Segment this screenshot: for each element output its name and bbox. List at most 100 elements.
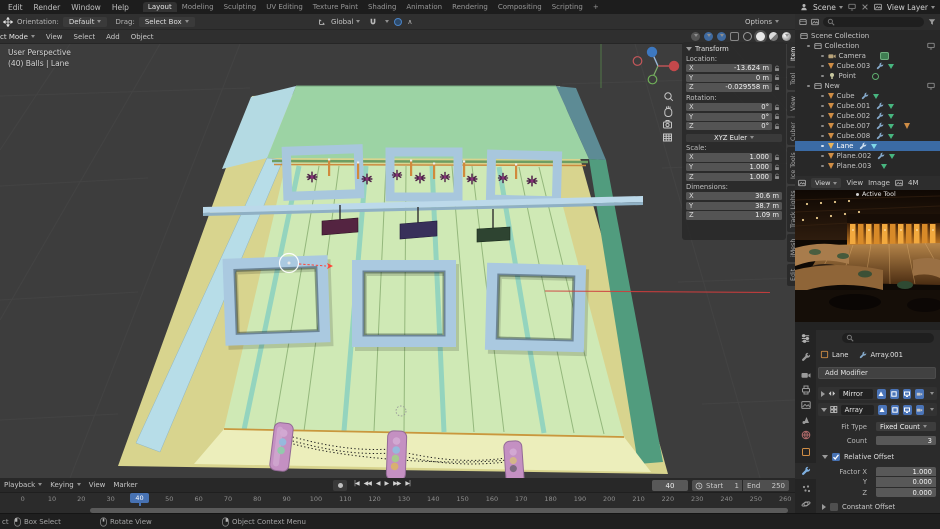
scale-y-field[interactable]: Y1.000 xyxy=(686,163,772,171)
menu-render[interactable]: Render xyxy=(34,3,61,12)
scale-z-field[interactable]: Z1.000 xyxy=(686,173,772,181)
outliner-row-camera[interactable]: Camera xyxy=(795,51,940,61)
fit-type-dropdown[interactable]: Fixed Count xyxy=(876,422,936,432)
outliner-row-new[interactable]: New xyxy=(795,81,940,91)
lock-icon[interactable] xyxy=(774,154,780,161)
tab-view-layer-icon[interactable] xyxy=(795,398,816,412)
tl-view-menu[interactable]: View xyxy=(89,481,106,489)
modifier-extras-dropdown[interactable] xyxy=(927,390,934,398)
tab-shading[interactable]: Shading xyxy=(363,2,401,12)
current-frame-field[interactable]: 40 xyxy=(652,480,688,491)
lock-icon[interactable] xyxy=(774,123,780,130)
playback-button[interactable]: |◀ xyxy=(354,480,359,487)
rotation-mode-dropdown[interactable]: XYZ Euler xyxy=(686,134,782,142)
lock-icon[interactable] xyxy=(774,84,780,91)
modifier-icon[interactable] xyxy=(876,132,884,140)
add-menu[interactable]: Add xyxy=(106,33,120,41)
dimensions-z-field[interactable]: Z1.09 m xyxy=(686,211,782,219)
modifier-icon[interactable] xyxy=(876,122,884,130)
select-menu[interactable]: Select xyxy=(74,33,96,41)
timeline-ruler[interactable]: 0102030405060708090100110120130140150160… xyxy=(0,493,795,506)
proportional-editing-icon[interactable] xyxy=(394,18,402,26)
outliner-row-cube-003[interactable]: Cube.003 xyxy=(795,61,940,71)
timeline-scrollbar[interactable] xyxy=(90,508,788,513)
outliner-row-cube-002[interactable]: Cube.002 xyxy=(795,111,940,121)
outliner-search-input[interactable] xyxy=(823,17,924,27)
snap-magnet-icon[interactable] xyxy=(369,18,377,26)
playback-button[interactable]: ◀ xyxy=(376,480,380,487)
frame-start-field[interactable]: Start1 xyxy=(692,480,742,491)
outliner-row-cube[interactable]: Cube xyxy=(795,91,940,101)
menu-edit[interactable]: Edit xyxy=(8,3,23,12)
location-x-field[interactable]: X-13.624 m xyxy=(686,64,772,72)
tab-modeling[interactable]: Modeling xyxy=(177,2,219,12)
modifier-icon[interactable] xyxy=(877,152,885,160)
add-modifier-button[interactable]: Add Modifier xyxy=(818,367,936,379)
outliner-row-plane-003[interactable]: Plane.003 xyxy=(795,161,940,171)
menu-window[interactable]: Window xyxy=(71,3,101,12)
outliner-row-cube-001[interactable]: Cube.001 xyxy=(795,101,940,111)
outliner-filter-mode-icon[interactable] xyxy=(811,18,819,26)
exclude-viewlayer-icon[interactable] xyxy=(927,42,935,50)
editor-type-icon[interactable] xyxy=(795,331,816,345)
playback-button[interactable]: ◀◀ xyxy=(364,480,371,487)
editmode-toggle[interactable] xyxy=(877,389,886,399)
image-browse-icon[interactable] xyxy=(895,179,903,187)
light-data-icon[interactable] xyxy=(872,73,879,80)
transform-panel-title[interactable]: Transform xyxy=(695,45,729,53)
factor-z-field[interactable]: 0.000 xyxy=(876,488,936,498)
realtime-toggle[interactable] xyxy=(903,389,912,399)
tab-rendering[interactable]: Rendering xyxy=(447,2,493,12)
frame-end-field[interactable]: End250 xyxy=(743,480,789,491)
scale-x-field[interactable]: X1.000 xyxy=(686,153,772,161)
marker-menu[interactable]: Marker xyxy=(113,481,137,489)
outliner-row-point[interactable]: Point xyxy=(795,71,940,81)
options-dropdown[interactable]: Options xyxy=(745,18,779,26)
menu-help[interactable]: Help xyxy=(112,3,129,12)
tab-scripting[interactable]: Scripting xyxy=(547,2,588,12)
orientation-dropdown[interactable]: Default xyxy=(63,17,108,27)
outliner-row-lane-selected[interactable]: Lane xyxy=(795,141,940,151)
outliner-row-plane-002[interactable]: Plane.002 xyxy=(795,151,940,161)
solid-shading-icon[interactable] xyxy=(756,32,765,41)
rotation-z-field[interactable]: Z0° xyxy=(686,122,772,130)
lock-icon[interactable] xyxy=(774,74,780,81)
viewport-canvas[interactable] xyxy=(0,44,795,478)
playhead-current-frame[interactable]: 40 xyxy=(130,493,149,503)
modifier-icon[interactable] xyxy=(876,102,884,110)
cage-toggle[interactable] xyxy=(890,389,899,399)
overlays-toggle-icon[interactable] xyxy=(717,32,726,41)
xray-toggle-icon[interactable] xyxy=(730,32,739,41)
tab-modifiers-icon-active[interactable] xyxy=(795,463,816,479)
lock-icon[interactable] xyxy=(774,104,780,111)
dimensions-y-field[interactable]: Y38.7 m xyxy=(686,202,782,210)
tab-compositing[interactable]: Compositing xyxy=(493,2,547,12)
snap-target-dropdown[interactable] xyxy=(382,18,389,26)
move-tool-icon[interactable] xyxy=(3,17,13,27)
lock-icon[interactable] xyxy=(774,164,780,171)
tab-scene-icon[interactable] xyxy=(795,413,816,427)
tab-world-icon[interactable] xyxy=(795,428,816,442)
mode-dropdown[interactable]: ct Mode xyxy=(0,33,35,41)
camera-data-icon[interactable] xyxy=(880,52,889,60)
outliner-display-mode-icon[interactable] xyxy=(799,18,807,26)
outliner-row-cube-008[interactable]: Cube.008 xyxy=(795,131,940,141)
tab-texture-paint[interactable]: Texture Paint xyxy=(308,2,363,12)
location-z-field[interactable]: Z-0.029558 m xyxy=(686,83,772,91)
filter-icon[interactable] xyxy=(928,18,936,26)
tab-render-icon[interactable] xyxy=(795,368,816,382)
view-menu[interactable]: View xyxy=(46,33,63,41)
lock-icon[interactable] xyxy=(774,113,780,120)
modifier-icon[interactable] xyxy=(861,92,869,100)
playhead-line[interactable] xyxy=(139,503,141,506)
location-y-field[interactable]: Y0 m xyxy=(686,74,772,82)
breadcrumb-object[interactable]: Lane xyxy=(832,351,848,359)
gizmos-toggle-icon[interactable] xyxy=(704,32,713,41)
tab-sculpting[interactable]: Sculpting xyxy=(219,2,262,12)
unlink-scene-icon[interactable] xyxy=(861,3,869,11)
new-scene-icon[interactable] xyxy=(848,3,856,11)
mirror-modifier-header[interactable]: Mirror xyxy=(818,387,937,400)
array-modifier-header[interactable]: Array xyxy=(818,403,937,416)
modifier-icon[interactable] xyxy=(876,62,884,70)
image-view-menu[interactable]: View xyxy=(846,179,863,187)
